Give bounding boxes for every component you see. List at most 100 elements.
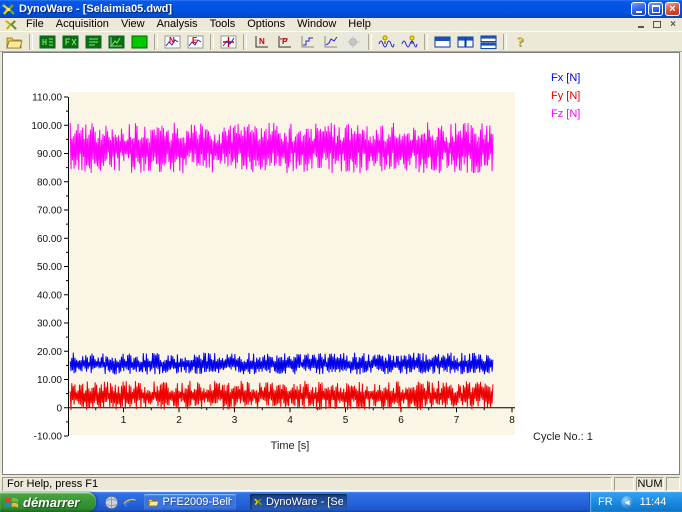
svg-text:20.00: 20.00 (37, 347, 62, 358)
menu-bar: FileAcquisitionViewAnalysisToolsOptionsW… (0, 18, 682, 31)
cursor-a-button[interactable] (375, 32, 398, 51)
layout-vertical-button[interactable] (454, 32, 477, 51)
svg-text:4: 4 (287, 415, 293, 426)
taskbar-button-explorer[interactable]: PFE2009-Belhadi (144, 494, 236, 510)
quick-launch: e (104, 495, 140, 510)
toolbar-separator (503, 34, 507, 50)
folder-icon (148, 496, 158, 508)
restore-button[interactable] (648, 2, 663, 16)
toolbar-separator (210, 34, 214, 50)
mdi-close-button[interactable]: × (666, 19, 680, 30)
view-cursor-button[interactable] (217, 32, 240, 51)
legend-item-fy: Fy [N] (551, 89, 580, 107)
dynoware-app-icon (2, 3, 15, 16)
chart-legend: Fx [N]Fy [N]Fz [N] (551, 71, 580, 125)
cursor-b-button[interactable] (398, 32, 421, 51)
hardware-setup-button[interactable] (36, 32, 59, 51)
mdi-minimize-button[interactable] (634, 19, 648, 30)
menu-help[interactable]: Help (342, 18, 377, 31)
svg-text:N: N (259, 37, 265, 46)
svg-text:5: 5 (343, 415, 349, 426)
ie-channels-icon[interactable] (104, 495, 119, 510)
open-file-button[interactable] (3, 32, 26, 51)
language-indicator[interactable]: FR (598, 496, 613, 508)
restore-icon (652, 5, 660, 13)
svg-text:100.00: 100.00 (31, 121, 62, 132)
internet-explorer-icon[interactable]: e (122, 495, 137, 510)
document-icon (5, 19, 17, 31)
window-title: DynoWare - [Selaimia05.dwd] (19, 3, 629, 15)
close-icon: × (669, 4, 675, 14)
mdi-close-icon: × (670, 20, 676, 29)
mdi-minimize-icon (638, 26, 644, 28)
toolbar: NENP?? (0, 31, 682, 52)
svg-text:E: E (192, 36, 198, 45)
layout-horizontal-button[interactable] (431, 32, 454, 51)
status-help-text: For Help, press F1 (2, 477, 612, 491)
graph-disabled-button (342, 32, 365, 51)
svg-text:80.00: 80.00 (37, 177, 62, 188)
dynoware-icon (254, 496, 262, 508)
taskbar-button-dynoware[interactable]: DynoWare - [Selaimia... (250, 494, 347, 510)
toolbar-separator (368, 34, 372, 50)
windows-flag-icon (4, 495, 19, 510)
x-axis-label: Time [s] (250, 440, 330, 452)
svg-text:90.00: 90.00 (37, 149, 62, 160)
toolbar-separator (154, 34, 158, 50)
status-bar: For Help, press F1 NUM (0, 475, 682, 492)
desktop: { "window": { "title": "DynoWare - [Sela… (0, 0, 682, 512)
view-setup-button[interactable] (105, 32, 128, 51)
hide-icons-chevron-icon[interactable]: ◄ (621, 496, 634, 509)
toolbar-separator (243, 34, 247, 50)
menu-analysis[interactable]: Analysis (151, 18, 204, 31)
mdi-restore-icon (653, 21, 661, 28)
svg-text:110.00: 110.00 (32, 93, 62, 104)
graph-mini-1-button[interactable] (296, 32, 319, 51)
status-num-indicator: NUM (636, 477, 664, 491)
sensor-setup-button[interactable] (59, 32, 82, 51)
svg-text:3: 3 (232, 415, 238, 426)
svg-text:8: 8 (509, 415, 515, 426)
svg-text:-10.00: -10.00 (34, 432, 63, 443)
graph-p-button[interactable]: P (273, 32, 296, 51)
svg-text:2: 2 (176, 415, 182, 426)
svg-text:?: ? (517, 35, 524, 50)
view-expanded-button[interactable]: E (184, 32, 207, 51)
svg-text:70.00: 70.00 (37, 206, 62, 217)
menu-acquisition[interactable]: Acquisition (50, 18, 115, 31)
status-panel-grip (666, 477, 680, 491)
graph-n-button[interactable]: N (250, 32, 273, 51)
close-button[interactable]: × (665, 2, 680, 16)
toolbar-separator (29, 34, 33, 50)
documentation-button[interactable] (82, 32, 105, 51)
svg-text:N: N (169, 36, 175, 45)
menu-window[interactable]: Window (291, 18, 342, 31)
start-button-label: démarrer (23, 495, 79, 510)
menu-file[interactable]: File (20, 18, 50, 31)
menu-tools[interactable]: Tools (204, 18, 242, 31)
svg-text:7: 7 (454, 415, 460, 426)
svg-text:1: 1 (121, 415, 127, 426)
menu-options[interactable]: Options (241, 18, 291, 31)
menu-items: FileAcquisitionViewAnalysisToolsOptionsW… (20, 18, 634, 31)
mdi-restore-button[interactable] (650, 19, 664, 30)
taskbar-button-label: DynoWare - [Selaimia... (266, 496, 343, 508)
legend-item-fz: Fz [N] (551, 107, 580, 125)
start-acquisition-button[interactable] (128, 32, 151, 51)
system-tray: FR ◄ 11:44 (589, 492, 682, 512)
clock: 11:44 (640, 496, 667, 508)
task-buttons: PFE2009-Belhadi DynoWare - [Selaimia... (144, 494, 361, 510)
title-bar: DynoWare - [Selaimia05.dwd] × (0, 0, 682, 18)
layout-stacked-button[interactable] (477, 32, 500, 51)
status-panel-empty (614, 477, 634, 491)
menu-view[interactable]: View (115, 18, 151, 31)
svg-text:0: 0 (56, 403, 62, 414)
graph-mini-2-button[interactable] (319, 32, 342, 51)
svg-text:60.00: 60.00 (37, 234, 62, 245)
help-button[interactable]: ?? (510, 32, 533, 51)
start-button[interactable]: démarrer (0, 492, 96, 512)
taskbar: démarrer e PFE2009-Belhadi DynoWare - [Se… (0, 492, 682, 512)
cycle-number-label: Cycle No.: 1 (533, 431, 593, 443)
view-normal-button[interactable]: N (161, 32, 184, 51)
minimize-button[interactable] (631, 2, 646, 16)
